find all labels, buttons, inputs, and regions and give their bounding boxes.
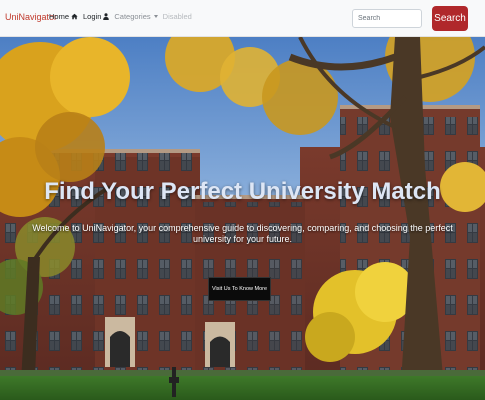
search-input[interactable] bbox=[352, 9, 422, 28]
hero-background-image bbox=[0, 37, 485, 400]
search-button[interactable]: Search bbox=[432, 6, 468, 31]
nav-home-label: Home bbox=[49, 12, 70, 21]
nav-home-link[interactable]: Home bbox=[49, 12, 78, 21]
visit-us-button[interactable]: Visit Us To Know More bbox=[208, 277, 271, 301]
nav-login-label: Login bbox=[83, 12, 102, 21]
nav-categories-dropdown[interactable]: Categories bbox=[114, 12, 158, 21]
hero-title: Find Your Perfect University Match bbox=[44, 178, 441, 205]
home-icon bbox=[71, 13, 78, 20]
nav-login-link[interactable]: Login bbox=[83, 12, 110, 21]
nav-links: Home Login Categories Disabled bbox=[49, 12, 197, 21]
user-icon bbox=[103, 13, 110, 20]
nav-categories-label: Categories bbox=[114, 12, 151, 21]
caret-down-icon bbox=[153, 15, 158, 18]
hero-section: Find Your Perfect University Match Welco… bbox=[0, 37, 485, 400]
hero-subtitle: Welcome to UniNavigator, your comprehens… bbox=[32, 223, 453, 244]
nav-disabled-link: Disabled bbox=[162, 12, 192, 21]
navbar: UniNavigator Home Login Categories Disab… bbox=[0, 0, 485, 37]
